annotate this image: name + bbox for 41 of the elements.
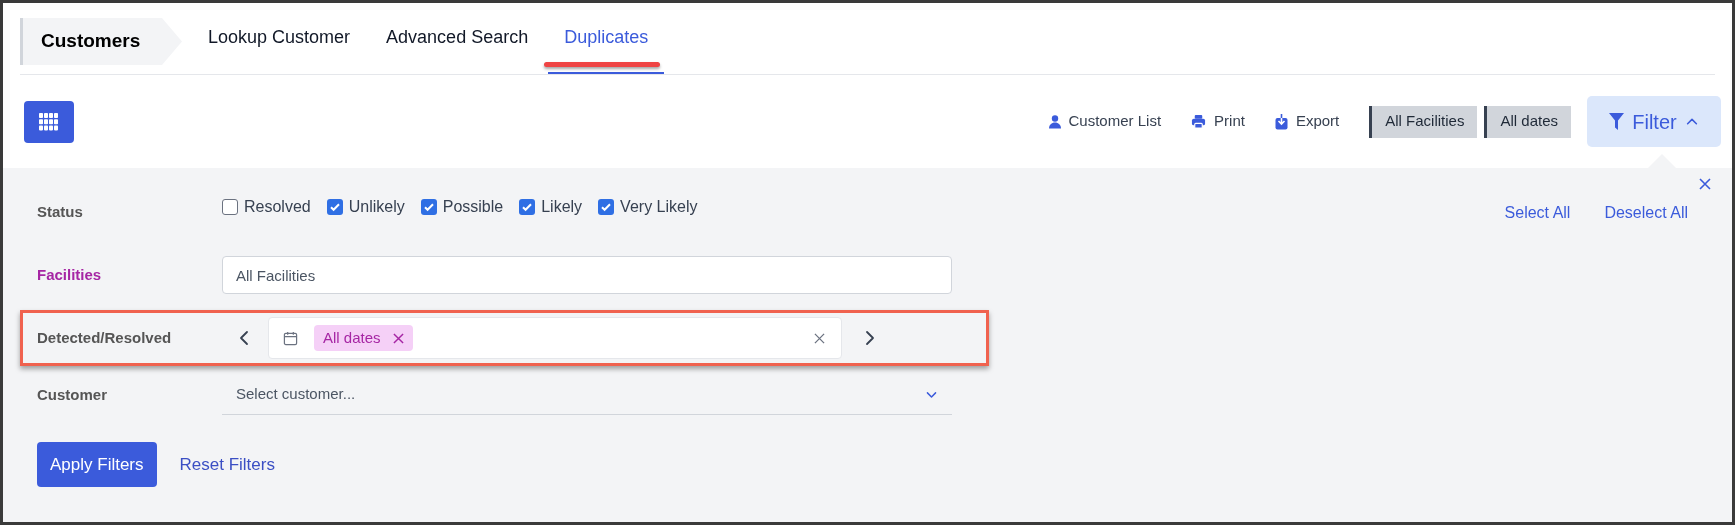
checkbox[interactable] — [598, 199, 615, 215]
toolbar-action[interactable]: Print — [1191, 110, 1245, 133]
printer-icon — [1191, 114, 1207, 129]
filter-chip: All dates — [1484, 105, 1571, 138]
customer-select[interactable]: Select customer... — [222, 375, 952, 415]
calendar-icon — [283, 330, 298, 346]
filter-chip: All Facilities — [1369, 105, 1478, 138]
breadcrumb[interactable]: Customers — [20, 18, 182, 65]
person-icon — [1048, 114, 1061, 129]
date-range-field[interactable]: All dates — [268, 317, 842, 359]
checkbox-label: Likely — [541, 197, 583, 217]
checkbox-label: Possible — [442, 197, 504, 217]
checkbox[interactable] — [420, 199, 437, 215]
grid-menu-button[interactable] — [24, 100, 74, 143]
facilities-field[interactable]: All Facilities — [222, 256, 952, 294]
tab[interactable]: Advanced Search — [370, 17, 545, 74]
close-icon[interactable] — [1698, 177, 1712, 191]
field-label: Status — [37, 201, 84, 222]
apply-filters-button[interactable]: Apply Filters — [37, 442, 157, 487]
tag-label: All dates — [323, 327, 381, 348]
toolbar-action[interactable]: Export — [1274, 110, 1340, 133]
remove-icon[interactable] — [392, 332, 404, 344]
field-label: Customer — [37, 384, 108, 405]
filter-button[interactable]: Filter — [1587, 96, 1721, 147]
checkbox-label: Very Likely — [620, 197, 698, 217]
deselect-all-link[interactable]: Deselect All — [1604, 201, 1688, 225]
download-icon — [1274, 113, 1288, 130]
checkbox-label: Unlikely — [348, 197, 405, 217]
clear-icon[interactable] — [814, 332, 825, 344]
funnel-icon — [1609, 113, 1625, 130]
tab[interactable]: Lookup Customer — [192, 17, 367, 74]
checkbox-label: Resolved — [244, 197, 311, 217]
select-all-link[interactable]: Select All — [1504, 201, 1571, 225]
reset-filters-link[interactable]: Reset Filters — [179, 451, 275, 478]
checkbox[interactable] — [519, 199, 536, 215]
field-label: Facilities — [37, 264, 103, 285]
field-label: Detected/Resolved — [37, 327, 173, 348]
grid-icon — [39, 112, 59, 131]
toolbar-action[interactable]: Customer List — [1048, 110, 1162, 133]
checkbox[interactable] — [222, 199, 238, 215]
checkbox[interactable] — [326, 199, 343, 215]
